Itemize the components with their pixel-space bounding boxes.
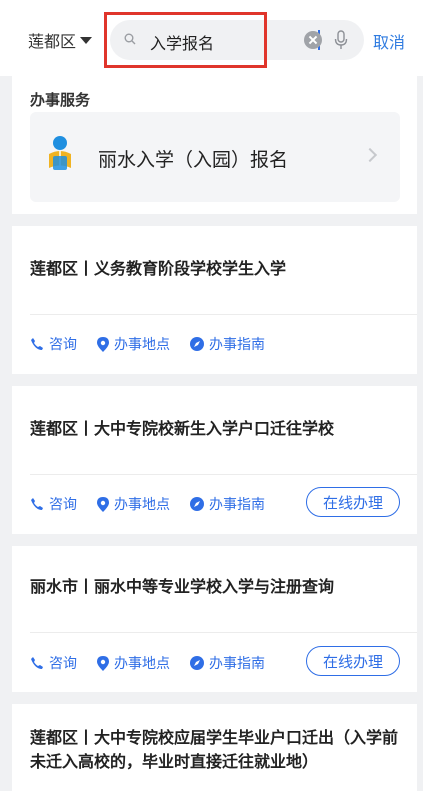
region-selector[interactable]: 莲都区	[28, 28, 93, 52]
consult-action[interactable]: 咨询	[30, 653, 77, 673]
region-label: 莲都区	[28, 32, 77, 51]
location-action[interactable]: 办事地点	[97, 334, 170, 354]
action-row: 咨询 办事地点 办事指南	[30, 494, 285, 514]
consult-label: 咨询	[49, 497, 77, 513]
phone-icon	[31, 338, 43, 350]
consult-label: 咨询	[49, 656, 77, 672]
search-input[interactable]: 入学报名	[110, 20, 364, 60]
microphone-icon[interactable]	[334, 30, 348, 50]
online-handle-button[interactable]: 在线办理	[306, 487, 400, 517]
location-label: 办事地点	[114, 656, 170, 672]
consult-action[interactable]: 咨询	[30, 494, 77, 514]
search-header: 莲都区 入学报名 取消	[0, 0, 423, 76]
compass-icon	[190, 656, 204, 670]
search-query[interactable]: 入学报名	[150, 30, 214, 54]
location-action[interactable]: 办事地点	[97, 653, 170, 673]
phone-icon	[31, 498, 43, 510]
guide-label: 办事指南	[209, 656, 265, 672]
location-label: 办事地点	[114, 337, 170, 353]
compass-icon	[190, 337, 204, 351]
service-item-enrollment[interactable]: 丽水入学（入园）报名	[30, 112, 400, 202]
location-pin-icon	[97, 336, 109, 352]
section-title: 办事服务	[30, 91, 91, 109]
divider	[30, 632, 417, 633]
guide-action[interactable]: 办事指南	[190, 494, 265, 514]
location-pin-icon	[97, 655, 109, 671]
action-row: 咨询 办事地点 办事指南	[30, 653, 285, 673]
result-title: 莲都区丨大中专院校应届学生毕业户口迁出（入学前未迁入高校的，毕业时直接迁往就业地…	[30, 728, 399, 771]
guide-label: 办事指南	[209, 337, 265, 353]
compass-icon	[190, 497, 204, 511]
guide-label: 办事指南	[209, 497, 265, 513]
online-handle-button[interactable]: 在线办理	[306, 646, 400, 676]
guide-action[interactable]: 办事指南	[190, 653, 265, 673]
action-row: 咨询 办事地点 办事指南	[30, 334, 285, 354]
result-card[interactable]: 莲都区丨大中专院校应届学生毕业户口迁出（入学前未迁入高校的，毕业时直接迁往就业地…	[12, 704, 417, 791]
location-label: 办事地点	[114, 497, 170, 513]
consult-label: 咨询	[49, 337, 77, 353]
cancel-button[interactable]: 取消	[373, 29, 405, 53]
result-card[interactable]: 莲都区丨义务教育阶段学校学生入学 咨询 办事地点 办事指南	[12, 226, 417, 374]
phone-icon	[31, 657, 43, 669]
caret-down-icon	[80, 36, 93, 44]
service-section: 办事服务 丽水入学（入园）报名	[12, 76, 417, 214]
result-title: 丽水市丨丽水中等专业学校入学与注册查询	[30, 577, 335, 596]
clear-icon[interactable]	[304, 31, 322, 49]
guide-action[interactable]: 办事指南	[190, 334, 265, 354]
location-pin-icon	[97, 496, 109, 512]
consult-action[interactable]: 咨询	[30, 334, 77, 354]
result-title: 莲都区丨大中专院校新生入学户口迁往学校	[30, 419, 335, 438]
result-card[interactable]: 莲都区丨大中专院校新生入学户口迁往学校 咨询 办事地点 办事指南 在线办理	[12, 386, 417, 534]
location-action[interactable]: 办事地点	[97, 494, 170, 514]
divider	[30, 314, 417, 315]
result-title: 莲都区丨义务教育阶段学校学生入学	[30, 259, 287, 278]
service-item-label: 丽水入学（入园）报名	[98, 149, 289, 171]
result-card[interactable]: 丽水市丨丽水中等专业学校入学与注册查询 咨询 办事地点 办事指南 在线办理	[12, 546, 417, 692]
search-icon	[124, 33, 136, 45]
student-reading-icon	[49, 136, 71, 170]
chevron-right-icon	[362, 147, 378, 163]
divider	[30, 474, 417, 475]
